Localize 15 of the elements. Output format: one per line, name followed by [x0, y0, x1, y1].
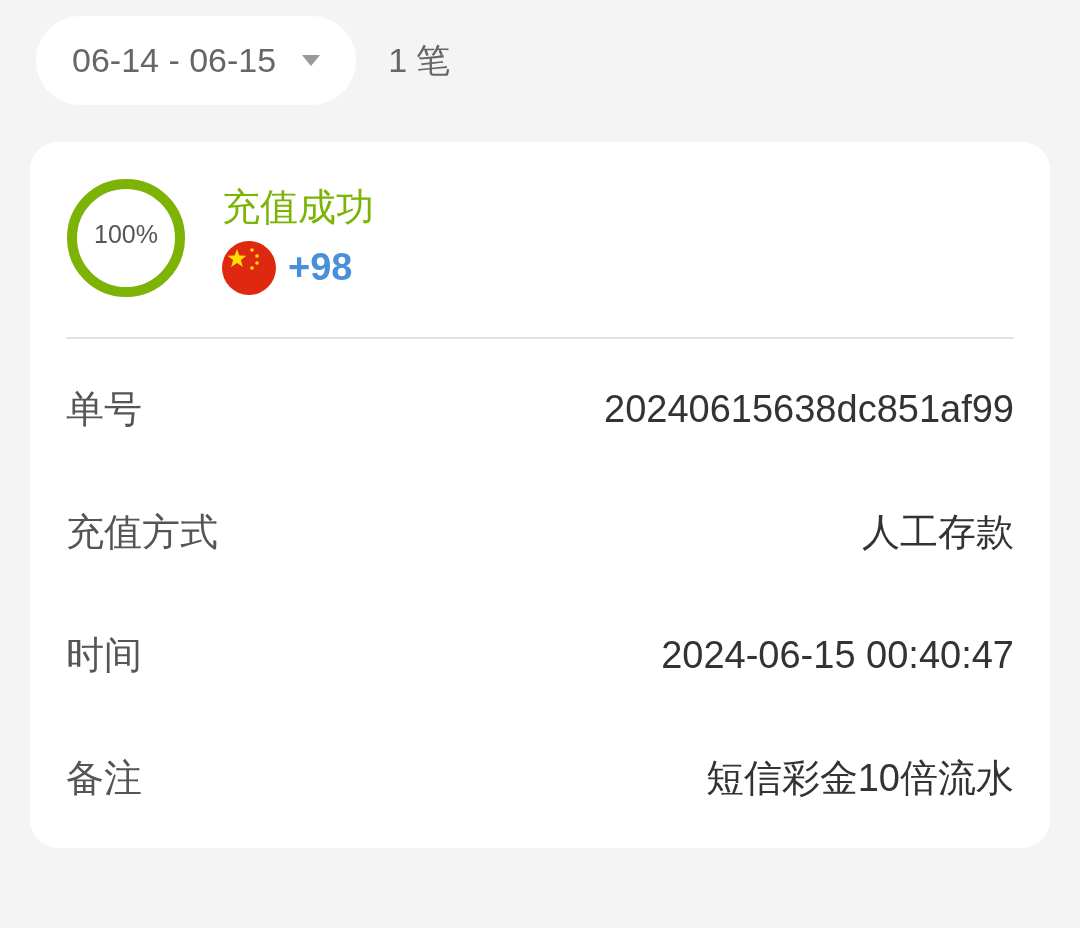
field-label: 时间	[66, 633, 142, 678]
progress-reading: 100%	[93, 220, 159, 249]
field-label: 充值方式	[66, 510, 218, 555]
date-range-dropdown[interactable]: 06-14 - 06-15	[36, 16, 357, 105]
field-value: 2024-06-15 00:40:47	[661, 634, 1014, 677]
field-label: 备注	[66, 756, 142, 801]
caret-icon	[302, 55, 321, 66]
record-count: 1 笔	[388, 39, 451, 81]
flag-icon	[222, 240, 276, 295]
field-value: 人工存款	[862, 510, 1014, 555]
field-value: 20240615638dc851af99	[604, 388, 1014, 431]
field-label: 单号	[66, 387, 142, 432]
status-text: 充值成功	[222, 184, 374, 230]
field-value: 短信彩金10倍流水	[705, 756, 1014, 801]
amount-text: +98	[288, 246, 353, 289]
